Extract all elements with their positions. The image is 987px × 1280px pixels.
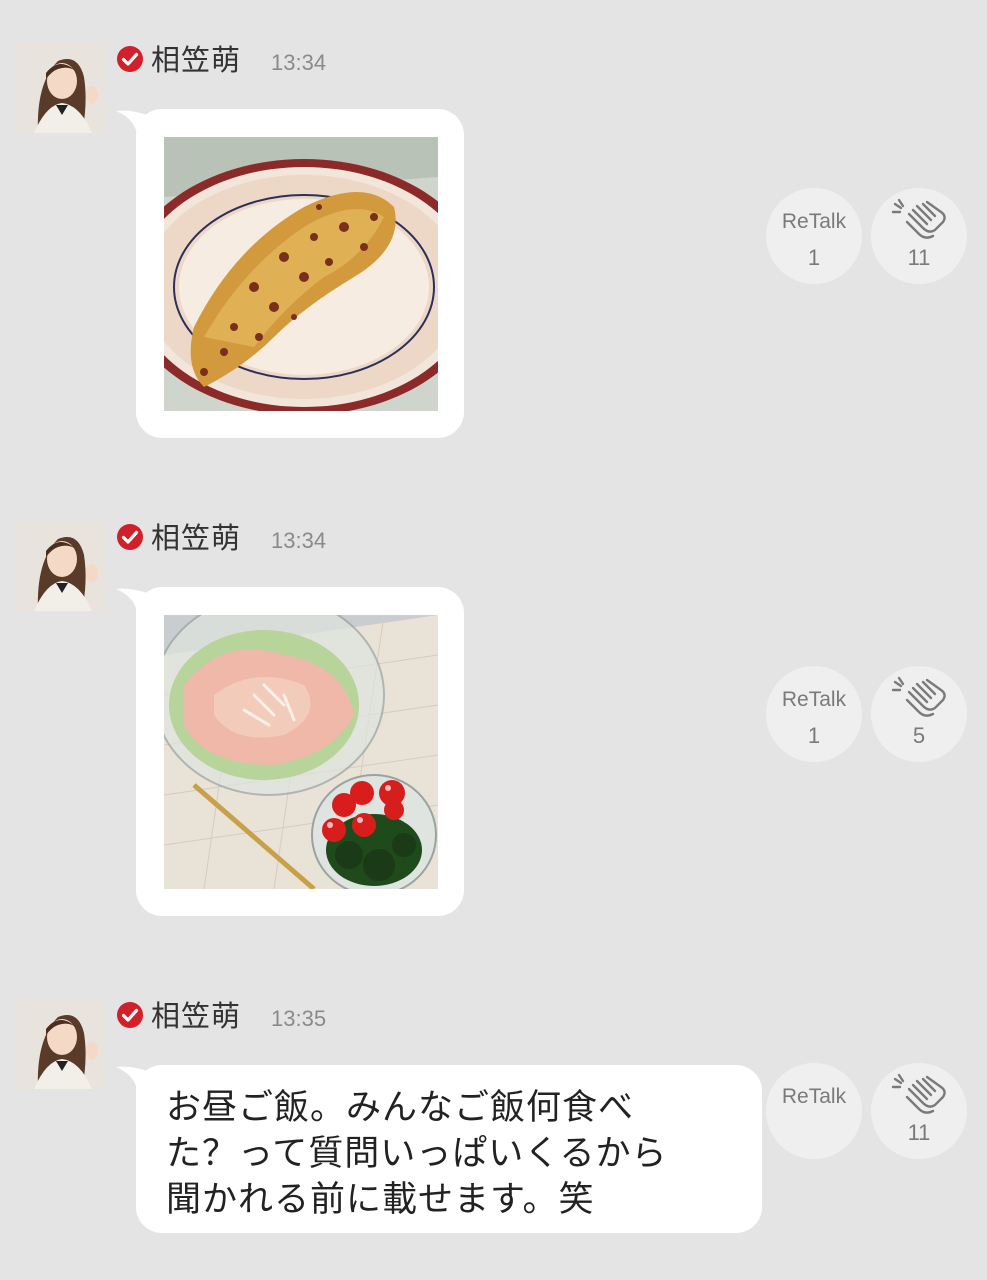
clap-icon — [891, 198, 946, 239]
retalk-label: ReTalk — [781, 688, 847, 711]
retalk-button[interactable]: ReTalk 1 — [766, 666, 862, 762]
clap-button[interactable]: 5 — [871, 666, 967, 762]
retalk-button[interactable]: ReTalk — [766, 1063, 862, 1159]
avatar[interactable] — [16, 521, 106, 611]
omelette-photo[interactable] — [164, 137, 438, 411]
verified-check-icon — [117, 524, 143, 550]
author-name[interactable]: 相笠萌 — [151, 43, 241, 77]
message-line: お昼ご飯。みんなご飯何食べ — [166, 1088, 635, 1128]
retalk-button[interactable]: ReTalk 1 — [766, 188, 862, 284]
author-name[interactable]: 相笠萌 — [151, 521, 241, 555]
clap-icon — [891, 676, 946, 717]
clap-count: 11 — [907, 1120, 931, 1145]
retalk-label: ReTalk — [781, 1085, 847, 1108]
message-bubble[interactable] — [136, 587, 464, 916]
verified-check-icon — [117, 46, 143, 72]
post-time: 13:34 — [271, 528, 327, 553]
author-name[interactable]: 相笠萌 — [151, 999, 241, 1033]
message-bubble[interactable] — [136, 109, 464, 438]
clap-count: 11 — [907, 245, 931, 270]
avatar[interactable] — [16, 999, 106, 1089]
post-time: 13:35 — [271, 1006, 327, 1031]
retalk-count: 1 — [807, 245, 821, 270]
message-bubble[interactable]: お昼ご飯。みんなご飯何食べ た？って質問いっぱいくるから 聞かれる前に載せます。… — [136, 1065, 762, 1233]
message-line: 聞かれる前に載せます。笑 — [166, 1180, 595, 1220]
clap-button[interactable]: 11 — [871, 1063, 967, 1159]
retalk-label: ReTalk — [781, 210, 847, 233]
retalk-count: 1 — [807, 723, 821, 748]
message-text: お昼ご飯。みんなご飯何食べ た？って質問いっぱいくるから 聞かれる前に載せます。… — [166, 1085, 726, 1223]
message-line: た？って質問いっぱいくるから — [166, 1134, 668, 1174]
clap-button[interactable]: 11 — [871, 188, 967, 284]
avatar[interactable] — [16, 43, 106, 133]
post-time: 13:34 — [271, 50, 327, 75]
verified-check-icon — [117, 1002, 143, 1028]
clap-count: 5 — [912, 723, 926, 748]
salad-photo[interactable] — [164, 615, 438, 889]
clap-icon — [891, 1073, 946, 1114]
